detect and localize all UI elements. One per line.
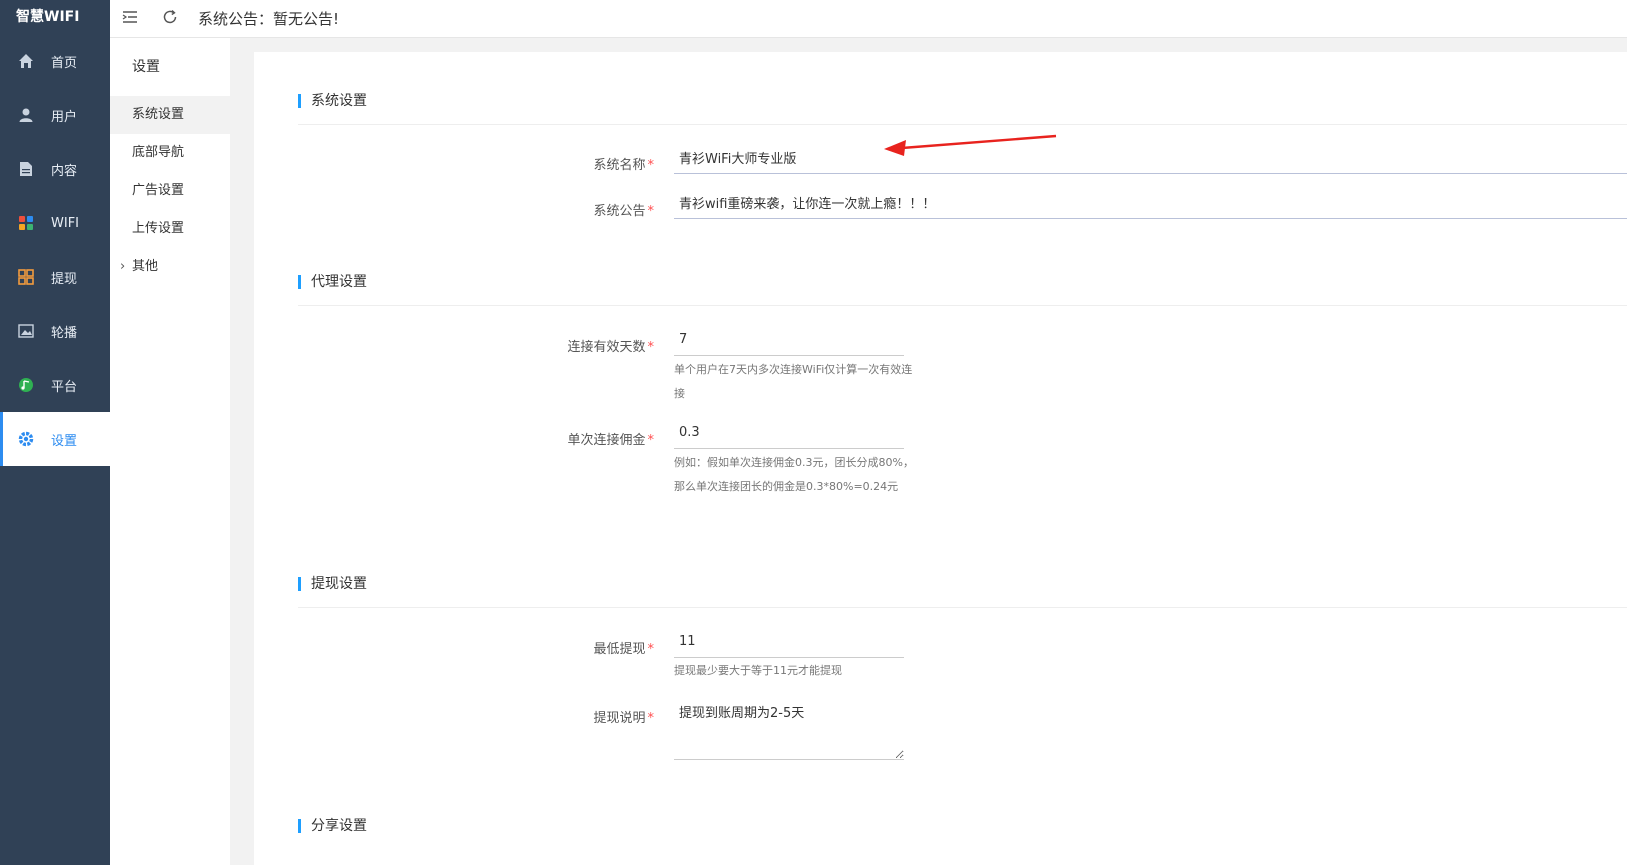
connect-days-input[interactable]	[674, 324, 904, 356]
menu-toggle-button[interactable]	[110, 0, 150, 38]
submenu-title: 设置	[132, 59, 160, 75]
nav-item-carousel[interactable]: 轮播	[0, 304, 110, 358]
refresh-button[interactable]	[150, 0, 190, 38]
nav-item-home[interactable]: 首页	[0, 34, 110, 88]
min-withdraw-label: 最低提现 *	[593, 642, 654, 657]
divider	[298, 607, 1627, 608]
nav-item-settings[interactable]: 设置	[0, 412, 110, 466]
gear-icon	[17, 430, 35, 448]
nav-item-platform[interactable]: 平台	[0, 358, 110, 412]
submenu-item-label: 其他	[132, 259, 159, 274]
nav-item-users[interactable]: 用户	[0, 88, 110, 142]
connect-days-hint: 单个用户在7天内多次连接WiFi仅计算一次有效连接	[674, 363, 913, 400]
submenu-item-ads[interactable]: 广告设置	[110, 172, 230, 210]
grid-icon	[17, 268, 35, 286]
nav-label: 轮播	[51, 325, 78, 341]
nav-label: 内容	[51, 163, 78, 179]
submenu-item-upload[interactable]: 上传设置	[110, 210, 230, 248]
document-icon	[17, 160, 35, 178]
min-withdraw-hint: 提现最少要大于等于11元才能提现	[674, 664, 842, 677]
divider	[298, 124, 1627, 125]
settings-form: 系统设置 系统名称* 系统公告* 代理设置 连接有效天数* 单个用户在7天内多次…	[254, 52, 1627, 865]
brand-logo: 智慧WIFI	[16, 9, 80, 25]
system-name-input[interactable]	[674, 142, 1627, 174]
user-icon	[17, 106, 35, 124]
system-notice-label: 系统公告 *	[593, 204, 654, 219]
section-heading-agent: 代理设置	[298, 275, 367, 289]
image-icon	[17, 322, 35, 340]
nav-label: 设置	[51, 433, 78, 449]
divider	[298, 305, 1627, 306]
chevron-right-icon: ›	[120, 259, 126, 274]
top-bar: 系统公告：暂无公告!	[110, 0, 1627, 38]
submenu-item-system[interactable]: 系统设置	[110, 96, 230, 134]
connect-days-label: 连接有效天数 *	[567, 340, 654, 355]
annotation-arrow-icon	[884, 134, 1057, 156]
commission-input[interactable]	[674, 417, 904, 449]
settings-submenu: 设置 系统设置 底部导航 广告设置 上传设置 › 其他	[110, 38, 230, 865]
platform-icon	[17, 376, 35, 394]
section-heading-system: 系统设置	[298, 94, 367, 108]
nav-item-content[interactable]: 内容	[0, 142, 110, 196]
home-icon	[17, 52, 35, 70]
nav-label: 首页	[51, 55, 78, 71]
nav-label: WIFI	[51, 215, 79, 231]
apps-icon	[17, 214, 35, 232]
system-name-label: 系统名称 *	[593, 158, 654, 173]
nav-item-wifi[interactable]: WIFI	[0, 196, 110, 250]
min-withdraw-input[interactable]	[674, 626, 904, 658]
nav-label: 用户	[51, 109, 78, 125]
withdraw-desc-label: 提现说明 *	[593, 711, 654, 726]
commission-label: 单次连接佣金 *	[567, 433, 654, 448]
main-sidebar: 智慧WIFI 首页 用户 内容 WIFI 提现 轮播 平台 设置	[0, 0, 110, 865]
nav-label: 平台	[51, 379, 78, 395]
withdraw-desc-textarea[interactable]: 提现到账周期为2-5天	[674, 696, 904, 760]
refresh-icon	[162, 9, 178, 29]
system-notice: 系统公告：暂无公告!	[198, 10, 340, 28]
nav-label: 提现	[51, 271, 78, 287]
menu-fold-icon	[122, 10, 138, 28]
section-heading-withdraw: 提现设置	[298, 577, 367, 591]
submenu-item-bottom-nav[interactable]: 底部导航	[110, 134, 230, 172]
system-notice-input[interactable]	[674, 187, 1627, 219]
nav-item-withdraw[interactable]: 提现	[0, 250, 110, 304]
submenu-item-other[interactable]: › 其他	[110, 248, 230, 286]
section-heading-share: 分享设置	[298, 819, 367, 833]
commission-hint: 例如：假如单次连接佣金0.3元，团长分成80%，那么单次连接团长的佣金是0.3*…	[674, 456, 914, 493]
